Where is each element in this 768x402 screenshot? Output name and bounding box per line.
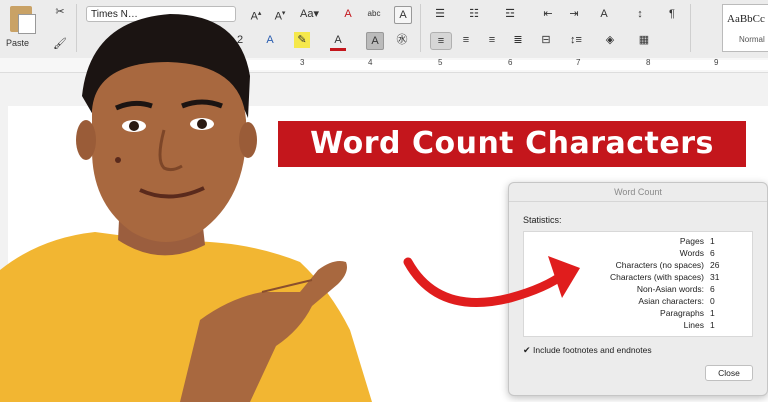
ruler-number: 7 xyxy=(576,58,581,67)
style-normal[interactable]: AaBbCc Normal xyxy=(722,4,768,52)
numbering-icon[interactable]: ☷ xyxy=(466,6,482,22)
stat-value: 31 xyxy=(710,272,720,282)
stat-label: Non-Asian words: xyxy=(636,284,704,294)
increase-indent-icon[interactable]: ⇥ xyxy=(566,6,582,22)
stat-label: Paragraphs xyxy=(660,308,704,318)
justify-icon[interactable]: ≣ xyxy=(510,32,526,48)
align-right-icon[interactable]: ≡ xyxy=(484,32,500,48)
ruler-number: 6 xyxy=(508,58,513,67)
text-direction-icon[interactable]: A xyxy=(596,6,612,22)
stat-value: 6 xyxy=(710,284,715,294)
stat-value: 1 xyxy=(710,308,715,318)
ribbon-divider xyxy=(420,4,421,52)
style-sample: AaBbCc xyxy=(727,13,765,25)
stat-label: Lines xyxy=(683,320,704,330)
distributed-icon[interactable]: ⊟ xyxy=(538,32,554,48)
stat-label: Characters (with spaces) xyxy=(609,272,704,282)
line-spacing-icon[interactable]: ↕≡ xyxy=(568,32,584,48)
stat-row-lines: Lines 1 xyxy=(524,320,752,332)
stat-label: Words xyxy=(679,248,704,258)
stat-label: Pages xyxy=(679,236,704,246)
ribbon-divider xyxy=(690,4,691,52)
pilcrow-icon[interactable]: ¶ xyxy=(664,6,680,22)
presenter-photo xyxy=(0,14,372,402)
borders-icon[interactable]: ▦ xyxy=(636,32,652,48)
stat-value: 6 xyxy=(710,248,715,258)
stat-value: 1 xyxy=(710,236,715,246)
ruler-number: 9 xyxy=(714,58,719,67)
stat-value: 26 xyxy=(710,260,720,270)
stat-label: Asian characters: xyxy=(638,296,704,306)
close-button[interactable]: Close xyxy=(705,365,753,381)
stat-value: 0 xyxy=(710,296,715,306)
align-center-icon[interactable]: ≡ xyxy=(458,32,474,48)
checkmark-icon: ✔ xyxy=(523,345,531,355)
sort-icon[interactable]: ↕ xyxy=(632,6,648,22)
checkbox-label: Include footnotes and endnotes xyxy=(533,345,652,355)
multilevel-icon[interactable]: ☲ xyxy=(502,6,518,22)
decrease-indent-icon[interactable]: ⇤ xyxy=(540,6,556,22)
title-divider xyxy=(509,201,767,202)
include-footnotes-checkbox[interactable]: ✔ Include footnotes and endnotes xyxy=(523,345,652,356)
statistics-label: Statistics: xyxy=(523,215,562,225)
style-name: Normal xyxy=(739,35,765,44)
stat-label: Characters (no spaces) xyxy=(615,260,704,270)
shading-icon[interactable]: ◈ xyxy=(602,32,618,48)
ruler-number: 5 xyxy=(438,58,443,67)
bullets-icon[interactable]: ☰ xyxy=(432,6,448,22)
dialog-title: Word Count xyxy=(614,187,662,197)
align-left-icon[interactable]: ≡ xyxy=(430,32,452,50)
stat-value: 1 xyxy=(710,320,715,330)
arrow-icon xyxy=(403,256,580,307)
ruler-number: 8 xyxy=(646,58,651,67)
